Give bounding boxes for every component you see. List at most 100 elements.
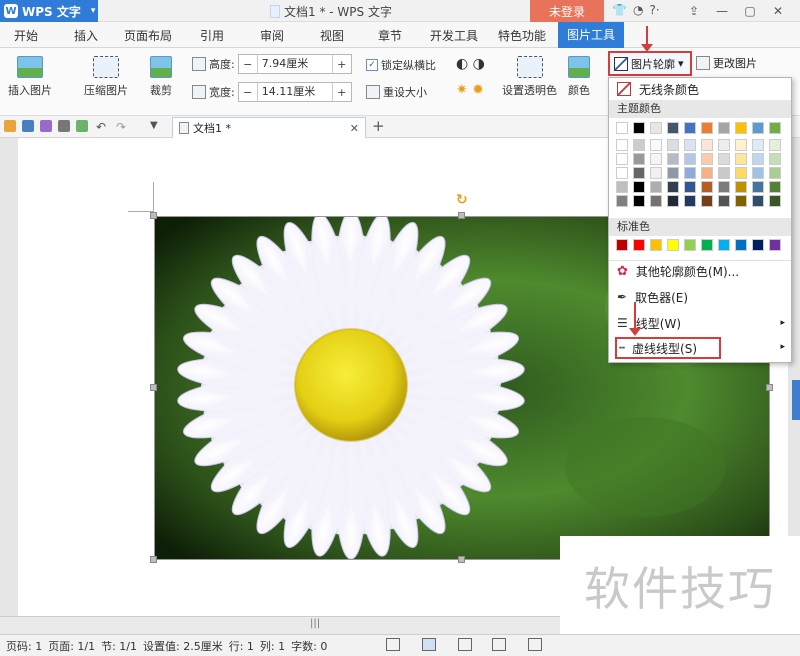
color-swatch[interactable] xyxy=(735,153,747,165)
color-swatch[interactable] xyxy=(650,122,662,134)
color-swatch[interactable] xyxy=(752,153,764,165)
color-swatch[interactable] xyxy=(752,167,764,179)
tab-special[interactable]: 特色功能 xyxy=(498,27,546,44)
color-button[interactable]: 颜色 xyxy=(568,56,590,98)
tab-view[interactable]: 视图 xyxy=(320,27,344,44)
tab-review[interactable]: 审阅 xyxy=(260,27,284,44)
color-swatch[interactable] xyxy=(701,139,713,151)
color-swatch[interactable] xyxy=(769,181,781,193)
color-swatch[interactable] xyxy=(752,122,764,134)
color-swatch[interactable] xyxy=(735,139,747,151)
color-swatch[interactable] xyxy=(633,239,645,251)
color-swatch[interactable] xyxy=(684,181,696,193)
resize-handle[interactable] xyxy=(458,212,465,219)
color-swatch[interactable] xyxy=(718,195,730,207)
resize-handle[interactable] xyxy=(150,384,157,391)
color-swatch[interactable] xyxy=(718,181,730,193)
set-transparent-button[interactable]: 设置透明色 xyxy=(502,56,557,98)
open-icon[interactable] xyxy=(4,120,16,132)
height-decrease-button[interactable]: − xyxy=(239,58,257,71)
rotate-handle-icon[interactable]: ↻ xyxy=(456,192,468,208)
reading-view-icon[interactable] xyxy=(492,638,506,651)
color-swatch[interactable] xyxy=(667,195,679,207)
color-swatch[interactable] xyxy=(769,139,781,151)
focus-view-icon[interactable] xyxy=(386,638,400,651)
color-swatch[interactable] xyxy=(684,153,696,165)
color-swatch[interactable] xyxy=(616,195,628,207)
width-increase-button[interactable]: + xyxy=(333,86,351,99)
color-swatch[interactable] xyxy=(701,153,713,165)
export-pdf-icon[interactable] xyxy=(40,120,52,132)
color-swatch[interactable] xyxy=(616,139,628,151)
side-panel-toggle[interactable] xyxy=(792,380,800,420)
height-field[interactable]: − 7.94厘米 + xyxy=(237,54,352,74)
color-swatch[interactable] xyxy=(718,139,730,151)
color-swatch[interactable] xyxy=(684,139,696,151)
minimize-button[interactable]: — xyxy=(708,1,736,21)
color-swatch[interactable] xyxy=(633,139,645,151)
color-swatch[interactable] xyxy=(684,167,696,179)
color-swatch[interactable] xyxy=(769,239,781,251)
dash-type-item[interactable]: ┅ 虚线线型(S) xyxy=(615,337,721,359)
tab-references[interactable]: 引用 xyxy=(200,27,224,44)
color-swatch[interactable] xyxy=(633,195,645,207)
change-picture-button[interactable]: 更改图片 xyxy=(696,55,757,71)
color-swatch[interactable] xyxy=(752,139,764,151)
color-swatch[interactable] xyxy=(616,167,628,179)
horizontal-scrollbar[interactable]: ||| xyxy=(0,616,560,634)
color-swatch[interactable] xyxy=(616,153,628,165)
color-swatch[interactable] xyxy=(667,167,679,179)
color-swatch[interactable] xyxy=(752,181,764,193)
resize-handle[interactable] xyxy=(150,556,157,563)
color-swatch[interactable] xyxy=(701,122,713,134)
more-outline-colors-item[interactable]: ✿ 其他轮廓颜色(M)... xyxy=(609,260,791,282)
contrast-buttons[interactable]: ◐ ◑ xyxy=(456,56,485,72)
resize-handle[interactable] xyxy=(150,212,157,219)
color-swatch[interactable] xyxy=(769,122,781,134)
close-tab-icon[interactable]: ✕ xyxy=(350,122,359,135)
color-swatch[interactable] xyxy=(735,181,747,193)
color-swatch[interactable] xyxy=(701,181,713,193)
brightness-buttons[interactable]: ✷ ✹ xyxy=(456,82,484,98)
color-swatch[interactable] xyxy=(701,239,713,251)
color-swatch[interactable] xyxy=(633,153,645,165)
color-swatch[interactable] xyxy=(616,239,628,251)
color-swatch[interactable] xyxy=(684,195,696,207)
color-swatch[interactable] xyxy=(633,167,645,179)
no-line-color-item[interactable]: 无线条颜色 xyxy=(609,78,791,100)
color-swatch[interactable] xyxy=(684,239,696,251)
page-view-icon[interactable] xyxy=(422,638,436,651)
crop-button[interactable]: 裁剪 xyxy=(150,56,172,98)
close-button[interactable]: ✕ xyxy=(764,1,792,21)
color-swatch[interactable] xyxy=(667,181,679,193)
color-swatch[interactable] xyxy=(684,122,696,134)
tab-insert[interactable]: 插入 xyxy=(74,27,98,44)
color-swatch[interactable] xyxy=(735,122,747,134)
tab-developer[interactable]: 开发工具 xyxy=(430,27,478,44)
color-swatch[interactable] xyxy=(650,195,662,207)
new-tab-button[interactable]: + xyxy=(372,117,385,135)
save-icon[interactable] xyxy=(22,120,34,132)
outline-view-icon[interactable] xyxy=(458,638,472,651)
width-decrease-button[interactable]: − xyxy=(239,86,257,99)
color-swatch[interactable] xyxy=(667,122,679,134)
document-tab[interactable]: 文档1 * ✕ xyxy=(172,117,366,138)
insert-picture-button[interactable]: 插入图片 xyxy=(8,56,52,98)
color-swatch[interactable] xyxy=(735,239,747,251)
color-swatch[interactable] xyxy=(735,167,747,179)
color-swatch[interactable] xyxy=(616,181,628,193)
height-increase-button[interactable]: + xyxy=(333,58,351,71)
color-swatch[interactable] xyxy=(735,195,747,207)
tab-page-layout[interactable]: 页面布局 xyxy=(124,27,172,44)
color-swatch[interactable] xyxy=(718,167,730,179)
color-swatch[interactable] xyxy=(769,167,781,179)
maximize-button[interactable]: ▢ xyxy=(736,1,764,21)
eyedropper-item[interactable]: ✒ 取色器(E) xyxy=(609,286,791,308)
color-swatch[interactable] xyxy=(667,153,679,165)
web-view-icon[interactable] xyxy=(528,638,542,651)
color-swatch[interactable] xyxy=(718,153,730,165)
tab-home[interactable]: 开始 xyxy=(14,27,38,44)
color-swatch[interactable] xyxy=(633,122,645,134)
color-swatch[interactable] xyxy=(701,195,713,207)
color-swatch[interactable] xyxy=(616,122,628,134)
